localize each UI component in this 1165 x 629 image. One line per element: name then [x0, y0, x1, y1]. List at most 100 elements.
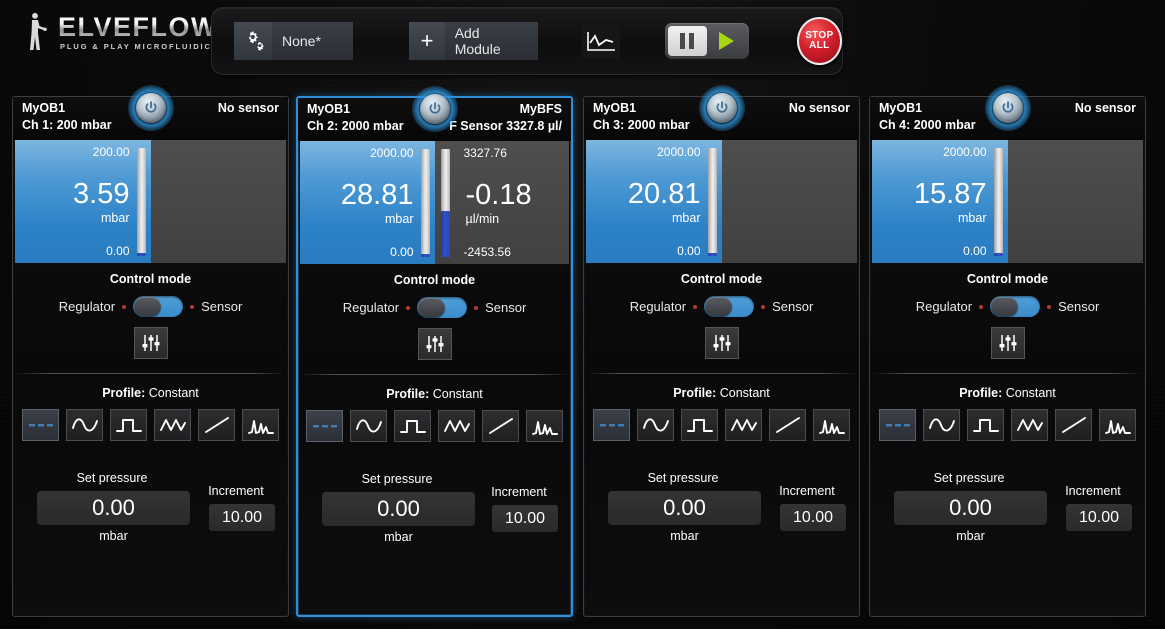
- profile-button-sine-wave[interactable]: [637, 409, 674, 441]
- control-mode-toggle[interactable]: [990, 296, 1041, 317]
- increment-input[interactable]: 10.00: [1066, 504, 1132, 531]
- sensor-readout-empty: [721, 140, 857, 263]
- profile-button-constant-dashes[interactable]: [306, 410, 343, 442]
- readouts: 2000.00 20.81 mbar 0.00: [586, 140, 857, 263]
- add-module-button[interactable]: + Add Module: [409, 22, 539, 60]
- sensor-status: No sensor: [788, 101, 850, 115]
- profile-button-triangle-wave[interactable]: [725, 409, 762, 441]
- sensor-status: F Sensor 3327.8 µl/: [449, 119, 562, 133]
- pressure-min: 0.00: [106, 244, 130, 258]
- sliders-icon[interactable]: [133, 327, 168, 359]
- sliders-icon[interactable]: [417, 328, 452, 360]
- channel-label: Ch 1: 200 mbar: [22, 118, 112, 132]
- gears-icon: [234, 22, 272, 60]
- channel-label: Ch 3: 2000 mbar: [593, 118, 690, 132]
- channel-panel-2[interactable]: MyOB1 Ch 2: 2000 mbar MyBFS F Sensor 3327.8…: [296, 86, 573, 617]
- regulator-label: Regulator: [629, 299, 687, 314]
- increment-input[interactable]: 10.00: [209, 504, 275, 531]
- channel-panel-1[interactable]: MyOB1 Ch 1: 200 mbar No sensor 200.00 3.59 mb…: [12, 85, 289, 617]
- app-logo: ELVEFLOW PLUG & PLAY MICROFLUIDICS: [22, 10, 219, 54]
- set-pressure-input[interactable]: 0.00: [894, 491, 1047, 525]
- control-mode-toggle[interactable]: [704, 296, 755, 317]
- pressure-max: 200.00: [92, 145, 130, 159]
- pause-icon[interactable]: [667, 26, 707, 56]
- line-chart-icon[interactable]: [582, 24, 620, 58]
- increment-input[interactable]: 10.00: [780, 504, 846, 531]
- control-mode-section: Control mode Regulator Sensor: [13, 272, 288, 359]
- stop-all-button[interactable]: STOP ALL: [796, 17, 842, 65]
- profile-button-ramp-line[interactable]: [198, 409, 235, 441]
- pressure-unit: mbar: [958, 210, 987, 225]
- increment-label: Increment: [1065, 484, 1121, 498]
- profile-button-constant-dashes[interactable]: [593, 409, 630, 441]
- control-mode-toggle[interactable]: [133, 296, 184, 317]
- sensor-status: No sensor: [217, 101, 279, 115]
- profile-value: Constant: [719, 386, 770, 400]
- profile-button-sine-wave[interactable]: [923, 409, 960, 441]
- set-pressure-input[interactable]: 0.00: [608, 491, 761, 525]
- profile-button-square-wave[interactable]: [394, 410, 431, 442]
- pressure-bar: [993, 148, 1003, 256]
- profile-button-pulse-spikes[interactable]: [1099, 409, 1136, 441]
- sliders-icon[interactable]: [990, 327, 1025, 359]
- pressure-min: 0.00: [677, 244, 701, 258]
- set-pressure-section: Set pressure Increment 0.00 10.00 mbar: [298, 472, 571, 572]
- channel-panel-4[interactable]: MyOB1 Ch 4: 2000 mbar No sensor 2000.00 15.8…: [869, 85, 1146, 617]
- set-pressure-input[interactable]: 0.00: [37, 491, 190, 525]
- regulator-label: Regulator: [342, 300, 400, 315]
- main-toolbar: None* + Add Module STOP ALL: [211, 7, 843, 75]
- profile-button-ramp-line[interactable]: [482, 410, 519, 442]
- device-name: MyOB1: [879, 101, 923, 115]
- power-button-icon[interactable]: [411, 86, 458, 132]
- channel-label: Ch 2: 2000 mbar: [307, 119, 404, 133]
- profile-button-square-wave[interactable]: [681, 409, 718, 441]
- profile-label: Profile:: [102, 386, 146, 400]
- sensor-readout: 3327.76 -0.18 µl/min -2453.56: [434, 141, 569, 264]
- profile-buttons: [584, 409, 859, 441]
- channel-panel-3[interactable]: MyOB1 Ch 3: 2000 mbar No sensor 2000.00 20.8…: [583, 85, 860, 617]
- control-mode-title: Control mode: [109, 272, 192, 286]
- increment-input[interactable]: 10.00: [492, 505, 558, 532]
- pressure-readout: 2000.00 20.81 mbar 0.00: [586, 140, 722, 263]
- pressure-max: 2000.00: [370, 146, 414, 160]
- control-mode-section: Control mode Regulator Sensor: [870, 272, 1145, 359]
- profile-button-sine-wave[interactable]: [66, 409, 103, 441]
- increment-label: Increment: [779, 484, 835, 498]
- top-toolbar-area: ELVEFLOW PLUG & PLAY MICROFLUIDICS None*…: [0, 0, 1165, 84]
- pressure-value: 20.81: [627, 177, 701, 210]
- pressure-bar: [420, 149, 430, 257]
- profile-button-ramp-line[interactable]: [1055, 409, 1092, 441]
- profile-button-pulse-spikes[interactable]: [526, 410, 563, 442]
- play-icon[interactable]: [707, 26, 746, 56]
- profile-buttons: [298, 410, 571, 442]
- profile-button-square-wave[interactable]: [967, 409, 1004, 441]
- set-pressure-input[interactable]: 0.00: [322, 492, 475, 526]
- pressure-bar: [136, 148, 146, 256]
- profile-button-square-wave[interactable]: [110, 409, 147, 441]
- profile-section: Profile: Constant: [298, 387, 571, 442]
- profile-button-constant-dashes[interactable]: [22, 409, 59, 441]
- sensor-dot-icon: [1047, 304, 1052, 309]
- power-button-icon[interactable]: [984, 85, 1031, 131]
- pressure-min: 0.00: [390, 245, 414, 259]
- sliders-icon[interactable]: [704, 327, 739, 359]
- config-selector[interactable]: None*: [234, 22, 354, 60]
- profile-button-sine-wave[interactable]: [350, 410, 387, 442]
- profile-button-triangle-wave[interactable]: [438, 410, 475, 442]
- profile-button-constant-dashes[interactable]: [879, 409, 916, 441]
- control-mode-section: Control mode Regulator Sensor: [298, 273, 571, 360]
- profile-buttons: [13, 409, 288, 441]
- control-mode-section: Control mode Regulator Sensor: [584, 272, 859, 359]
- channel-label: Ch 4: 2000 mbar: [879, 118, 976, 132]
- power-button-icon[interactable]: [698, 85, 745, 131]
- run-pause-control[interactable]: [664, 23, 749, 59]
- profile-button-pulse-spikes[interactable]: [242, 409, 279, 441]
- profile-button-triangle-wave[interactable]: [154, 409, 191, 441]
- profile-button-ramp-line[interactable]: [769, 409, 806, 441]
- profile-button-pulse-spikes[interactable]: [813, 409, 850, 441]
- power-button-icon[interactable]: [127, 85, 174, 131]
- profile-button-triangle-wave[interactable]: [1011, 409, 1048, 441]
- control-mode-toggle[interactable]: [417, 297, 468, 318]
- profile-value: Constant: [148, 386, 199, 400]
- regulator-dot-icon: [979, 304, 984, 309]
